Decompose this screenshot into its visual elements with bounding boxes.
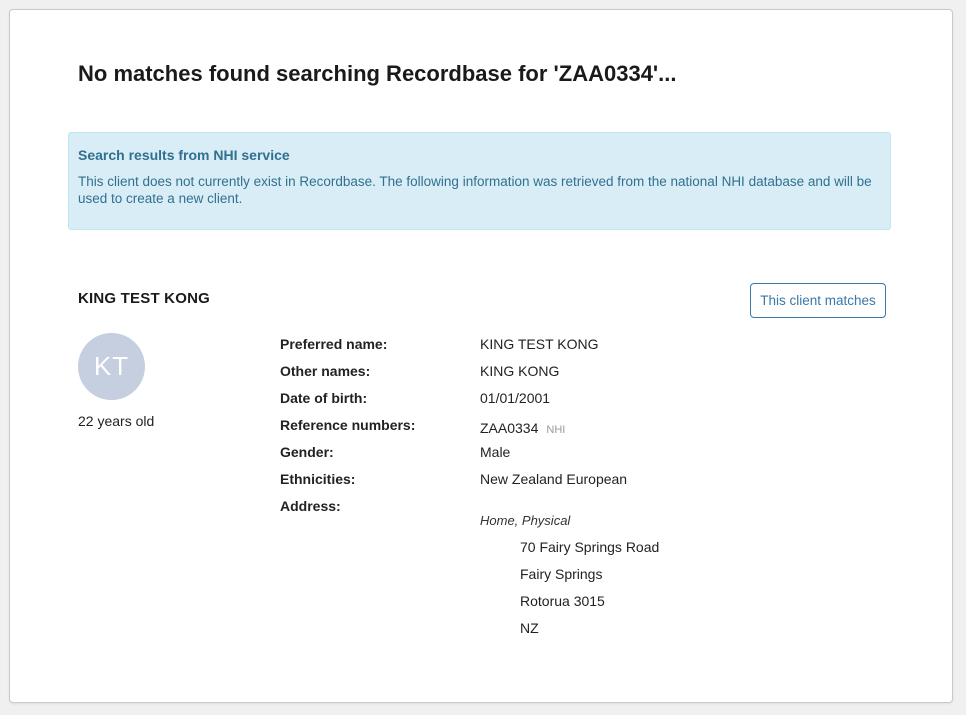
avatar: KT bbox=[78, 333, 145, 400]
client-name-heading: KING TEST KONG bbox=[78, 290, 210, 307]
dob-value: 01/01/2001 bbox=[480, 390, 551, 406]
address-line-suburb: Fairy Springs bbox=[520, 566, 603, 582]
nhi-badge: NHI bbox=[546, 424, 566, 436]
reference-numbers-value: ZAA0334 NHI bbox=[480, 420, 565, 436]
address-line-street: 70 Fairy Springs Road bbox=[520, 539, 660, 555]
preferred-name-value: KING TEST KONG bbox=[480, 336, 599, 352]
ethnicities-label: Ethnicities: bbox=[280, 471, 356, 487]
client-matches-button[interactable]: This client matches bbox=[750, 283, 886, 318]
ethnicities-value: New Zealand European bbox=[480, 471, 628, 487]
nhi-number: ZAA0334 bbox=[480, 420, 539, 436]
alert-title: Search results from NHI service bbox=[78, 147, 290, 163]
page-title: No matches found searching Recordbase fo… bbox=[78, 61, 677, 86]
other-names-label: Other names: bbox=[280, 363, 371, 379]
preferred-name-label: Preferred name: bbox=[280, 336, 388, 352]
gender-label: Gender: bbox=[280, 444, 334, 460]
other-names-value: KING KONG bbox=[480, 363, 560, 379]
client-age: 22 years old bbox=[78, 413, 155, 429]
nhi-info-alert: Search results from NHI service This cli… bbox=[68, 132, 891, 230]
address-type: Home, Physical bbox=[480, 513, 571, 528]
alert-message: This client does not currently exist in … bbox=[78, 174, 872, 206]
address-label: Address: bbox=[280, 498, 341, 514]
results-card: No matches found searching Recordbase fo… bbox=[9, 9, 953, 703]
address-line-city: Rotorua 3015 bbox=[520, 593, 605, 609]
reference-numbers-label: Reference numbers: bbox=[280, 417, 416, 433]
address-line-country: NZ bbox=[520, 620, 539, 636]
gender-value: Male bbox=[480, 444, 511, 460]
dob-label: Date of birth: bbox=[280, 390, 368, 406]
